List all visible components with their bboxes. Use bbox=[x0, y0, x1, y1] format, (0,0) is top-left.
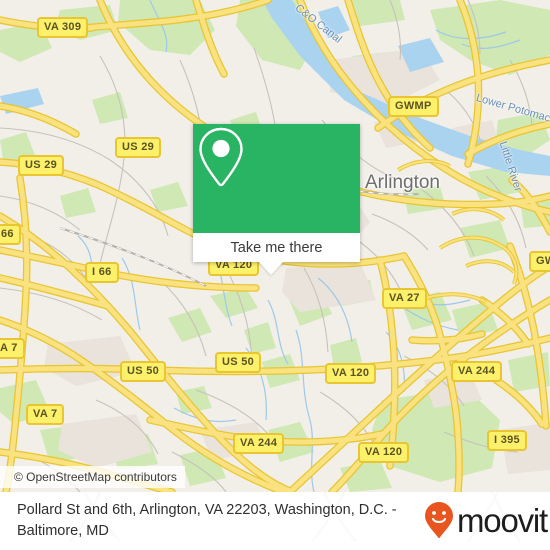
card-pointer-tail bbox=[259, 262, 283, 275]
road-shield: VA 309 bbox=[37, 17, 89, 38]
map-canvas[interactable]: VA 309 GWMP US 29 US 29 66 I 66 VA 120 VA 27 VA … bbox=[0, 0, 550, 492]
location-title: Pollard St and 6th, Arlington, VA 22203,… bbox=[17, 502, 397, 539]
road-shield: VA 244 bbox=[233, 433, 285, 454]
moovit-logo[interactable]: moovit bbox=[424, 501, 548, 539]
osm-attribution-text: © OpenStreetMap contributors bbox=[14, 470, 177, 484]
road-shield: VA 27 bbox=[382, 288, 427, 309]
road-shield: VA 120 bbox=[358, 442, 410, 463]
moovit-wordmark: moovit bbox=[457, 501, 548, 539]
road-shield: US 29 bbox=[18, 155, 65, 176]
road-shield: VA 7 bbox=[26, 404, 65, 425]
road-shield: GW bbox=[529, 251, 550, 272]
road-shield: I 395 bbox=[487, 430, 527, 451]
road-shield: GWMP bbox=[388, 96, 439, 117]
screenshot-root: VA 309 GWMP US 29 US 29 66 I 66 VA 120 VA 27 VA … bbox=[0, 0, 550, 550]
road-shield: VA 244 bbox=[451, 361, 503, 382]
road-shield: US 50 bbox=[120, 361, 167, 382]
road-shield: I 66 bbox=[85, 262, 119, 283]
road-shield: US 50 bbox=[215, 352, 262, 373]
take-me-there-card[interactable]: Take me there bbox=[193, 124, 360, 275]
osm-attribution[interactable]: © OpenStreetMap contributors bbox=[0, 466, 185, 488]
moovit-pin-icon bbox=[425, 502, 453, 538]
road-shield: VA 120 bbox=[325, 363, 377, 384]
road-shield: 66 bbox=[0, 224, 21, 245]
map-place-label: Arlington bbox=[365, 172, 440, 193]
take-me-there-label: Take me there bbox=[230, 239, 323, 256]
card-icon-area bbox=[193, 124, 360, 233]
road-shield: US 29 bbox=[115, 137, 162, 158]
take-me-there-button[interactable]: Take me there bbox=[193, 233, 360, 262]
road-shield: A 7 bbox=[0, 338, 25, 359]
map-pin-icon bbox=[199, 127, 243, 187]
